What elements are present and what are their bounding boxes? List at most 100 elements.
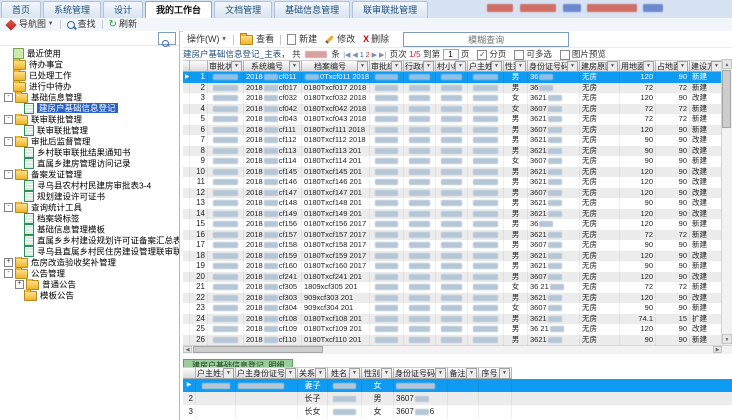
table-cell[interactable]: 无房 <box>580 335 620 346</box>
table-row[interactable]: 162018cf1570180Txcf157 2017男3621无房7272新建 <box>183 230 732 241</box>
table-row[interactable]: 222018cf303909xcf303 201男3621无房12090改建 <box>183 293 732 304</box>
table-cell[interactable]: 3607 <box>528 303 580 314</box>
table-cell[interactable]: 2018cf110 <box>244 335 302 346</box>
table-cell[interactable]: 0Txcf011 2018 <box>302 72 370 83</box>
table-cell[interactable]: 3621 <box>528 167 580 178</box>
table-cell[interactable]: 3607 <box>528 272 580 283</box>
table-cell[interactable]: 3621 <box>528 314 580 325</box>
table-cell[interactable]: 女 <box>504 104 528 115</box>
table-cell[interactable]: 改建 <box>690 167 724 178</box>
table-cell[interactable]: 72 <box>656 230 690 241</box>
table-cell[interactable]: 0180Txcf145 201 <box>302 167 370 178</box>
table-cell[interactable]: 120 <box>620 72 656 83</box>
sidebar-item[interactable]: 已处理工作 <box>0 70 179 81</box>
table-cell[interactable]: 36 <box>528 83 580 94</box>
table-row[interactable]: 132018cf1480180Txcf148 201男3621无房9090改建 <box>183 198 732 209</box>
table-cell[interactable]: 90 <box>656 219 690 230</box>
column-filter-button[interactable]: ▼ <box>435 368 446 379</box>
table-cell[interactable] <box>436 314 468 325</box>
table-cell[interactable]: 90 <box>620 303 656 314</box>
column-filter-button[interactable]: ▼ <box>349 368 360 379</box>
table-cell[interactable] <box>196 379 236 392</box>
table-cell[interactable]: 90 <box>620 335 656 346</box>
table-cell[interactable]: 120 <box>620 177 656 188</box>
collapse-icon[interactable]: - <box>4 269 13 278</box>
table-cell[interactable]: 无房 <box>580 240 620 251</box>
table-row[interactable]: 42018cf0420180Txcf042 2018女3607无房7272新建 <box>183 104 732 115</box>
table-cell[interactable]: 0180Txcf111 2018 <box>302 125 370 136</box>
table-cell[interactable] <box>436 324 468 335</box>
table-cell[interactable]: 2018cf157 <box>244 230 302 241</box>
horizontal-scroll-thumb[interactable] <box>193 346 323 353</box>
table-cell[interactable]: 新建 <box>690 303 724 314</box>
table-cell[interactable]: 女 <box>504 282 528 293</box>
table-cell[interactable]: 74.1 <box>620 314 656 325</box>
table-cell[interactable]: 72 <box>656 114 690 125</box>
table-cell[interactable]: 36 <box>528 219 580 230</box>
table-cell[interactable] <box>468 83 504 94</box>
table-cell[interactable]: 90 <box>656 125 690 136</box>
table-cell[interactable]: 男 <box>504 293 528 304</box>
table-cell[interactable]: 72 <box>620 104 656 115</box>
table-cell[interactable] <box>468 135 504 146</box>
table-cell[interactable]: 2018cf109 <box>244 324 302 335</box>
table-cell[interactable] <box>468 198 504 209</box>
column-filter-button[interactable]: ▼ <box>231 61 242 72</box>
table-cell[interactable]: 2018cf158 <box>244 240 302 251</box>
table-cell[interactable] <box>370 282 404 293</box>
table-cell[interactable]: 90 <box>620 261 656 272</box>
column-filter-button[interactable]: ▼ <box>491 61 502 72</box>
table-cell[interactable] <box>370 125 404 136</box>
sidebar-item[interactable]: 寻乌县农村村民建房审批表3-4 <box>0 180 179 191</box>
table-cell[interactable]: 3621 <box>528 261 580 272</box>
table-cell[interactable]: 无房 <box>580 209 620 220</box>
table-row[interactable]: 82018cf1130180Txcf113 201男3621无房9090改建 <box>183 146 732 157</box>
table-cell[interactable]: 0180Txcf148 201 <box>302 198 370 209</box>
table-cell[interactable]: 女 <box>504 93 528 104</box>
table-row[interactable]: 32018cf0320180Txcf032 2018女3621无房12090改建 <box>183 93 732 104</box>
table-cell[interactable]: 男 <box>504 230 528 241</box>
table-cell[interactable] <box>370 198 404 209</box>
table-cell[interactable] <box>468 282 504 293</box>
table-cell[interactable] <box>370 177 404 188</box>
table-cell[interactable]: 新建 <box>690 219 724 230</box>
table-cell[interactable] <box>436 125 468 136</box>
table-cell[interactable] <box>468 303 504 314</box>
table-row[interactable]: 52018cf0430180Txcf043 2018男3621无房7272新建 <box>183 114 732 125</box>
table-cell[interactable]: 改建 <box>690 209 724 220</box>
table-cell[interactable] <box>394 379 448 392</box>
table-cell[interactable] <box>436 72 468 83</box>
column-header[interactable]: 身份证号码▼ <box>528 60 580 72</box>
table-cell[interactable] <box>436 177 468 188</box>
column-header[interactable]: 性别▼ <box>362 367 394 379</box>
sidebar-item[interactable]: -联审联批管理 <box>0 114 179 125</box>
table-cell[interactable] <box>436 156 468 167</box>
table-cell[interactable] <box>370 156 404 167</box>
table-cell[interactable] <box>370 188 404 199</box>
table-cell[interactable] <box>370 135 404 146</box>
table-cell[interactable] <box>479 405 512 418</box>
table-cell[interactable] <box>370 114 404 125</box>
table-cell[interactable] <box>436 219 468 230</box>
table-cell[interactable]: 2018cf108 <box>244 314 302 325</box>
table-cell[interactable] <box>436 146 468 157</box>
table-cell[interactable]: 2018cf011 <box>244 72 302 83</box>
table-cell[interactable] <box>404 335 436 346</box>
table-cell[interactable]: 男 <box>504 188 528 199</box>
table-cell[interactable] <box>370 146 404 157</box>
table-cell[interactable]: 男 <box>504 261 528 272</box>
sidebar-item[interactable]: -备案发证管理 <box>0 169 179 180</box>
table-row[interactable]: 232018cf304909xcf304 201女3607无房9090新建 <box>183 303 732 314</box>
collapse-icon[interactable]: - <box>4 203 13 212</box>
table-cell[interactable]: 男 <box>504 83 528 94</box>
column-header[interactable]: 行政村▼ <box>404 60 436 72</box>
collapse-icon[interactable]: - <box>4 115 13 124</box>
table-cell[interactable]: 长子 <box>298 392 328 405</box>
table-cell[interactable]: 120 <box>620 251 656 262</box>
table-cell[interactable]: 无房 <box>580 230 620 241</box>
table-cell[interactable]: 0180Txcf149 201 <box>302 209 370 220</box>
table-cell[interactable]: 120 <box>620 324 656 335</box>
table-cell[interactable] <box>404 282 436 293</box>
tab-item[interactable]: 文档管理 <box>214 1 272 18</box>
sidebar-item[interactable]: 档案袋标签 <box>0 213 179 224</box>
